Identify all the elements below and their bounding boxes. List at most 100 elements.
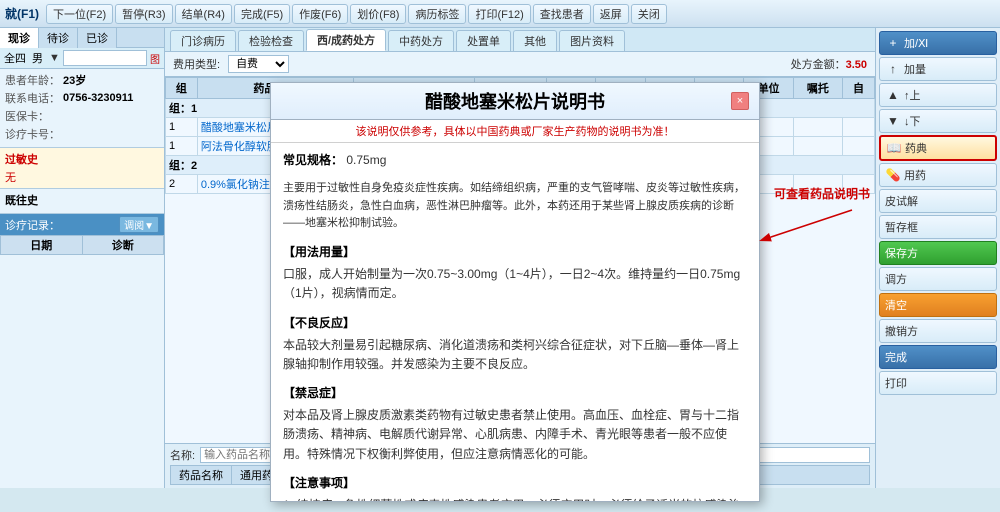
common-spec-value: 0.75mg bbox=[346, 153, 386, 167]
diagnosis-title: 诊疗记录： bbox=[5, 217, 60, 233]
up-icon: ▲ bbox=[885, 87, 901, 103]
add-rx-btn[interactable]: + 加/Ⅺ bbox=[879, 31, 997, 55]
gender-spacer: ▼ bbox=[49, 52, 60, 64]
app-title: 就(F1) bbox=[5, 5, 39, 22]
drug-group: 2 bbox=[166, 175, 198, 194]
popup-title-bar: 醋酸地塞米松片说明书 × bbox=[271, 83, 759, 120]
top-toolbar: 就(F1) 下一位(F2) 暂停(R3) 结单(R4) 完成(F5) 作废(F6… bbox=[0, 0, 1000, 28]
card-label: 诊疗卡号： bbox=[5, 126, 60, 142]
find-patient-btn[interactable]: 查找患者 bbox=[533, 4, 591, 24]
dict-label: 药典 bbox=[905, 140, 927, 156]
drug-usage-icon: 💊 bbox=[885, 167, 901, 183]
right-panel: + 加/Ⅺ ↑ 加量 ▲ ↑上 ▼ ↓下 📖 药典 💊 用药 bbox=[875, 28, 1000, 488]
down-btn[interactable]: ▼ ↓下 bbox=[879, 109, 997, 133]
drug-notes bbox=[793, 175, 842, 194]
increase-btn[interactable]: ↑ 加量 bbox=[879, 57, 997, 81]
rx-amount: 处方金额：3.50 bbox=[791, 56, 867, 72]
settle-btn[interactable]: 结单(R4) bbox=[175, 4, 232, 24]
down-icon: ▼ bbox=[885, 113, 901, 129]
tab-xian-zhen[interactable]: 现诊 bbox=[0, 28, 39, 48]
usage-title: 【用法用量】 bbox=[283, 243, 747, 262]
temp-save-btn[interactable]: 暂存框 bbox=[879, 215, 997, 239]
contraindication-content: 对本品及肾上腺皮质激素类药物有过敏史患者禁止使用。高血压、血栓症、胃与十二指肠溃… bbox=[283, 406, 747, 464]
contraindication-title: 【禁忌症】 bbox=[283, 384, 747, 403]
increase-icon: ↑ bbox=[885, 61, 901, 77]
increase-label: 加量 bbox=[904, 61, 926, 77]
col-date: 日期 bbox=[1, 236, 83, 255]
void-btn[interactable]: 作废(F6) bbox=[292, 4, 348, 24]
allergy-content: 无 bbox=[5, 169, 159, 185]
common-spec-section: 常见规格： 0.75mg bbox=[283, 151, 747, 170]
recall-btn[interactable]: 调阅▼ bbox=[119, 216, 159, 233]
disease-label-btn[interactable]: 病历标签 bbox=[408, 4, 466, 24]
undo-rx-btn[interactable]: 撤销方 bbox=[879, 319, 997, 343]
tab-tu-pian[interactable]: 图片资料 bbox=[559, 30, 625, 51]
popup-title: 醋酸地塞米松片说明书 bbox=[299, 88, 731, 114]
gender-filter-male[interactable]: 全四 bbox=[4, 50, 26, 66]
col-notes: 嘱托 bbox=[793, 78, 842, 99]
clear-label: 清空 bbox=[885, 297, 907, 313]
adverse-title: 【不良反应】 bbox=[283, 314, 747, 333]
tab-men-zhen[interactable]: 门诊病历 bbox=[170, 30, 236, 51]
print-rx-label: 打印 bbox=[885, 375, 907, 391]
patient-tabs: 现诊 待诊 已诊 bbox=[0, 28, 164, 48]
col-self: 自 bbox=[843, 78, 875, 99]
tab-dai-zhen[interactable]: 待诊 bbox=[39, 28, 78, 48]
drug-self bbox=[843, 118, 875, 137]
record-tabs: 门诊病历 检验检查 西/成药处方 中药处方 处置单 其他 图片资料 bbox=[165, 28, 875, 52]
print-rx-btn[interactable]: 打印 bbox=[879, 371, 997, 395]
dict-btn[interactable]: 📖 药典 bbox=[879, 135, 997, 161]
fee-type-label: 费用类型: bbox=[173, 56, 220, 72]
skin-test-label: 皮试解 bbox=[885, 193, 918, 209]
patient-phone: 0756-3230911 bbox=[63, 92, 133, 104]
popup-content: 常见规格： 0.75mg 主要用于过敏性自身免疫炎症性疾病。如结缔组织病，严重的… bbox=[271, 143, 759, 501]
diagnosis-header: 诊疗记录： 调阅▼ bbox=[0, 214, 164, 235]
drug-usage-label: 用药 bbox=[904, 167, 926, 183]
next-btn[interactable]: 下一位(F2) bbox=[46, 4, 113, 24]
fee-type-select[interactable]: 自费 医保 新农合 bbox=[228, 55, 289, 73]
gender-filter-female[interactable]: 男 bbox=[32, 50, 43, 66]
indication-text: 主要用于过敏性自身免疫炎症性疾病。如结缔组织病，严重的支气管哮喘、皮炎等过敏性疾… bbox=[283, 180, 747, 233]
insurance-label: 医保卡： bbox=[5, 108, 49, 124]
left-panel: 现诊 待诊 已诊 全四 男 ▼ 图 患者年龄： 23岁 联系电话： bbox=[0, 28, 165, 488]
skin-test-btn[interactable]: 皮试解 bbox=[879, 189, 997, 213]
drug-notes bbox=[793, 118, 842, 137]
drug-info-popup: 醋酸地塞米松片说明书 × 该说明仅供参考，具体以中国药典或厂家生产药物的说明书为… bbox=[270, 82, 760, 502]
patient-search[interactable] bbox=[63, 50, 147, 66]
popup-close-btn[interactable]: × bbox=[731, 92, 749, 110]
rx-amount-value: 3.50 bbox=[846, 59, 867, 71]
drug-self bbox=[843, 137, 875, 156]
complete-btn[interactable]: 完成(F5) bbox=[234, 4, 290, 24]
done-btn[interactable]: 完成 bbox=[879, 345, 997, 369]
up-btn[interactable]: ▲ ↑上 bbox=[879, 83, 997, 107]
tab-qi-ta[interactable]: 其他 bbox=[513, 30, 557, 51]
suspend-btn[interactable]: 暂停(R3) bbox=[115, 4, 172, 24]
print-btn[interactable]: 打印(F12) bbox=[468, 4, 530, 24]
temp-save-label: 暂存框 bbox=[885, 219, 918, 235]
tab-yi-zhen[interactable]: 已诊 bbox=[78, 28, 117, 48]
usage-content: 口服，成人开始制量为一次0.75~3.00mg（1~4片），一日2~4次。维持量… bbox=[283, 265, 747, 303]
col-diagnosis: 诊断 bbox=[82, 236, 164, 255]
down-label: ↓下 bbox=[904, 113, 921, 129]
col-header-drug-name: 药品名称 bbox=[171, 466, 232, 484]
drug-notes bbox=[793, 137, 842, 156]
tab-xi-cheng[interactable]: 西/成药处方 bbox=[306, 29, 386, 51]
close-btn[interactable]: 关闭 bbox=[631, 4, 667, 24]
rx-header: 费用类型: 自费 医保 新农合 处方金额：3.50 bbox=[165, 52, 875, 77]
tab-zhong-yao[interactable]: 中药处方 bbox=[388, 30, 454, 51]
tab-chu-fang[interactable]: 处置单 bbox=[456, 30, 511, 51]
past-history-title: 既往史 bbox=[5, 192, 159, 208]
allergy-title: 过敏史 bbox=[5, 151, 159, 167]
precautions-title: 【注意事项】 bbox=[283, 474, 747, 493]
up-label: ↑上 bbox=[904, 87, 921, 103]
price-btn[interactable]: 划价(F8) bbox=[350, 4, 406, 24]
prev-screen-btn[interactable]: 返屏 bbox=[593, 4, 629, 24]
tab-jian-cha[interactable]: 检验检查 bbox=[238, 30, 304, 51]
drug-usage-btn[interactable]: 💊 用药 bbox=[879, 163, 997, 187]
patient-phone-label: 联系电话： bbox=[5, 90, 60, 106]
save-rx-btn[interactable]: 保存方 bbox=[879, 241, 997, 265]
recall-rx-btn[interactable]: 调方 bbox=[879, 267, 997, 291]
patient-count-icon: 图 bbox=[150, 51, 160, 66]
clear-btn[interactable]: 清空 bbox=[879, 293, 997, 317]
patient-info-section: 患者年龄： 23岁 联系电话： 0756-3230911 医保卡： 诊疗卡号： bbox=[0, 69, 164, 148]
